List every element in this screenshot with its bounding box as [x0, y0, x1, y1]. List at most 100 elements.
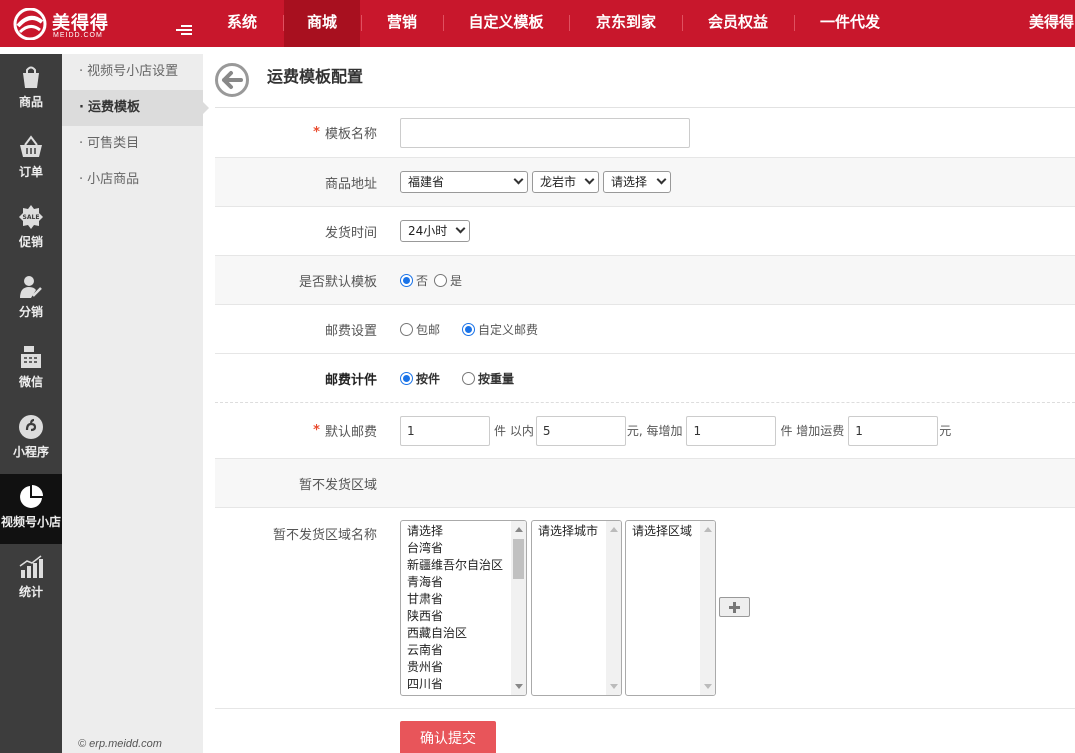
topnav-member-rights[interactable]: 会员权益	[683, 0, 793, 47]
no-ship-area-label: 暂不发货区域	[298, 477, 377, 493]
is-default-yes-radio[interactable]	[434, 273, 448, 287]
province-listbox[interactable]: 请选择 台湾省 新疆维吾尔自治区 青海省 甘肃省 陕西省 西藏自治区 云南省 贵…	[400, 520, 527, 696]
by-piece-label: 按件	[416, 371, 441, 386]
topnav-marketing[interactable]: 营销	[362, 0, 442, 47]
top-navbar: 美得得 MEIDD.COM 系统 商城 营销 自定义模板 京东到家 会员权益 一…	[0, 0, 1075, 47]
scrollbar[interactable]	[511, 521, 526, 695]
topnav-custom-template[interactable]: 自定义模板	[444, 0, 568, 47]
sidebar-item-label: 视频号小店	[0, 515, 61, 529]
list-option[interactable]: 贵州省	[401, 659, 526, 676]
list-option[interactable]: 新疆维吾尔自治区	[401, 557, 526, 574]
submit-button[interactable]: 确认提交	[400, 721, 496, 753]
sidebar-item-goods[interactable]: 商品	[0, 54, 62, 124]
scroll-thumb[interactable]	[513, 539, 524, 579]
subnav-item-freight-template[interactable]: · 运费模板	[62, 90, 209, 126]
scroll-down-icon[interactable]	[704, 684, 712, 689]
scroll-up-icon[interactable]	[704, 527, 712, 532]
add-fee-input[interactable]	[848, 415, 939, 446]
sidebar-item-wechat[interactable]: 微信	[0, 334, 62, 404]
yuan-text: 元	[939, 424, 952, 438]
sidebar-item-promotion[interactable]: SALE 促销	[0, 194, 62, 264]
sidebar-item-miniprogram[interactable]: 小程序	[0, 404, 62, 474]
first-qty-input[interactable]	[400, 415, 490, 446]
goods-address-label: 商品地址	[324, 176, 377, 192]
list-option[interactable]: 陕西省	[401, 608, 526, 625]
sub-sidebar: · 视频号小店设置 · 运费模板 · 可售类目 · 小店商品 © erp.meidd.c…	[62, 54, 209, 753]
city-listbox[interactable]: 请选择城市	[531, 520, 622, 696]
scroll-down-icon[interactable]	[610, 684, 618, 689]
topnav-mall[interactable]: 商城	[284, 0, 360, 47]
row-ship-time: 发货时间 24小时	[215, 207, 1075, 256]
is-default-no-radio[interactable]	[400, 273, 413, 287]
row-is-default: 是否默认模板 否 是	[215, 256, 1075, 305]
pie-chart-icon	[20, 485, 43, 508]
template-name-input[interactable]	[400, 117, 690, 148]
add-qty-input[interactable]	[686, 415, 777, 446]
province-select[interactable]: 福建省	[400, 171, 528, 193]
add-fee-text: 件 增加运费	[780, 424, 845, 438]
district-select[interactable]: 请选择	[603, 171, 671, 193]
basket-icon	[20, 135, 42, 157]
sidebar-item-label: 订单	[18, 165, 43, 179]
page-title: 运费模板配置	[267, 67, 364, 86]
template-name-label: * 模板名称	[313, 125, 377, 142]
sidebar-item-distribution[interactable]: 分销	[0, 264, 62, 334]
list-option[interactable]: 甘肃省	[401, 591, 526, 608]
free-shipping-label: 包邮	[416, 322, 441, 337]
subnav-item-shop-goods[interactable]: · 小店商品	[62, 162, 203, 198]
add-area-button[interactable]	[719, 597, 750, 617]
chevron-down-icon	[513, 174, 524, 185]
by-weight-label: 按重量	[478, 371, 515, 386]
scrollbar[interactable]	[606, 521, 621, 695]
sidebar-item-label: 小程序	[12, 445, 49, 459]
sidebar-item-statistics[interactable]: 统计	[0, 544, 62, 614]
list-option[interactable]: 青海省	[401, 574, 526, 591]
list-option[interactable]: 云南省	[401, 642, 526, 659]
subnav-item-video-shop-settings[interactable]: · 视频号小店设置	[62, 54, 203, 90]
scrollbar[interactable]	[700, 521, 715, 695]
logo-icon	[13, 8, 47, 40]
subnav-item-sale-categories[interactable]: · 可售类目	[62, 126, 203, 162]
topnav-dropship[interactable]: 一件代发	[795, 0, 905, 47]
city-select[interactable]: 龙岩市	[532, 171, 599, 193]
list-option[interactable]: 四川省	[401, 676, 526, 693]
scroll-up-icon[interactable]	[515, 527, 523, 532]
sidebar-item-orders[interactable]: 订单	[0, 124, 62, 194]
first-fee-input[interactable]	[535, 415, 626, 446]
row-template-name: * 模板名称	[215, 108, 1075, 158]
person-share-icon	[20, 276, 42, 298]
scroll-down-icon[interactable]	[515, 684, 523, 689]
brand-logo[interactable]: 美得得 MEIDD.COM	[10, 8, 120, 42]
no-ship-area-name-label: 暂不发货区域名称	[272, 528, 377, 543]
is-default-label: 是否默认模板	[298, 274, 377, 290]
miniprogram-icon	[19, 415, 43, 439]
row-no-ship-area: 暂不发货区域	[215, 459, 1075, 508]
ship-time-select[interactable]: 24小时	[400, 220, 470, 242]
row-goods-address: 商品地址 福建省 龙岩市 请选择	[215, 158, 1075, 207]
custom-postage-radio[interactable]	[462, 322, 476, 336]
list-option[interactable]: 西藏自治区	[401, 625, 526, 642]
row-billing: 邮费计件 按件 按重量	[215, 354, 1075, 403]
back-arrow-icon[interactable]	[215, 63, 249, 97]
user-name[interactable]: 美得得	[1029, 0, 1074, 44]
default-postage-label: * 默认邮费	[313, 423, 377, 440]
sidebar-item-label: 统计	[18, 585, 43, 599]
free-shipping-radio[interactable]	[400, 322, 413, 336]
bag-icon	[23, 66, 39, 88]
sidebar-item-video-shop[interactable]: 视频号小店	[0, 474, 62, 544]
list-option[interactable]: 请选择	[401, 523, 526, 540]
by-weight-radio[interactable]	[462, 371, 476, 385]
sidebar-item-label: 分销	[18, 305, 43, 319]
within-text: 件 以内	[494, 424, 534, 438]
by-piece-radio[interactable]	[400, 371, 413, 385]
required-mark: *	[313, 423, 320, 438]
district-listbox[interactable]: 请选择区域	[625, 520, 716, 696]
list-option[interactable]: 台湾省	[401, 540, 526, 557]
topnav-system[interactable]: 系统	[214, 0, 270, 47]
each-add-text: 元, 每增加	[626, 424, 683, 438]
topnav-jd-daojia[interactable]: 京东到家	[570, 0, 682, 47]
scroll-up-icon[interactable]	[610, 527, 618, 532]
menu-toggle-icon[interactable]	[176, 25, 192, 37]
svg-text:SALE: SALE	[23, 214, 40, 221]
chevron-down-icon	[584, 174, 595, 185]
